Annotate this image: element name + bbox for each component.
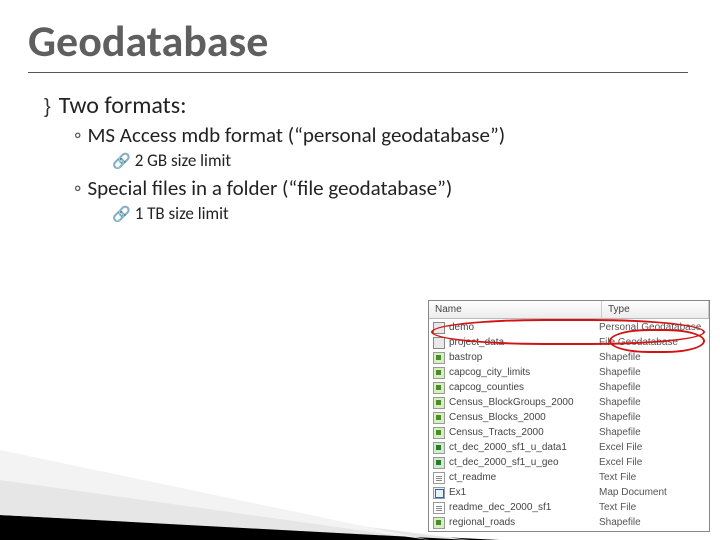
catalog-row-type: Excel File xyxy=(599,457,705,468)
catalog-row-type: Shapefile xyxy=(599,517,705,528)
catalog-row-type: Text File xyxy=(599,502,705,513)
catalog-row[interactable]: Census_BlockGroups_2000Shapefile xyxy=(429,395,709,410)
catalog-row-name: project_data xyxy=(449,337,599,348)
bullet-1tb-limit: 1 TB size limit xyxy=(135,203,229,224)
catalog-row[interactable]: capcog_countiesShapefile xyxy=(429,380,709,395)
catalog-row-type: Shapefile xyxy=(599,382,705,393)
catalog-row-type: Map Document xyxy=(599,487,705,498)
catalog-panel: Name Type demoPersonal Geodatabaseprojec… xyxy=(428,300,710,532)
gdb-icon xyxy=(433,322,445,334)
catalog-row-type: Excel File xyxy=(599,442,705,453)
shp-icon xyxy=(433,517,445,529)
catalog-row-type: File Geodatabase xyxy=(599,337,705,348)
catalog-row-type: Shapefile xyxy=(599,352,705,363)
catalog-row[interactable]: demoPersonal Geodatabase xyxy=(429,320,709,335)
bullet-icon: } xyxy=(44,96,51,119)
catalog-row-name: Census_BlockGroups_2000 xyxy=(449,397,599,408)
shp-icon xyxy=(433,412,445,424)
catalog-row-name: capcog_city_limits xyxy=(449,367,599,378)
column-header-name[interactable]: Name xyxy=(429,301,602,318)
catalog-row-type: Text File xyxy=(599,472,705,483)
bullet-2gb-limit: 2 GB size limit xyxy=(135,150,231,171)
slide-body: } Two formats: ◦ MS Access mdb format (“… xyxy=(0,73,720,224)
catalog-row[interactable]: regional_roadsShapefile xyxy=(429,515,709,530)
catalog-row-name: capcog_counties xyxy=(449,382,599,393)
catalog-row-type: Shapefile xyxy=(599,427,705,438)
catalog-row-type: Shapefile xyxy=(599,412,705,423)
catalog-row-name: ct_dec_2000_sf1_u_geo xyxy=(449,457,599,468)
shp-icon xyxy=(433,427,445,439)
catalog-row[interactable]: Ex1Map Document xyxy=(429,485,709,500)
shp-icon xyxy=(433,367,445,379)
catalog-row[interactable]: project_dataFile Geodatabase xyxy=(429,335,709,350)
catalog-row-name: ct_dec_2000_sf1_u_data1 xyxy=(449,442,599,453)
link-bullet-icon: 🔗 xyxy=(112,205,131,224)
catalog-row[interactable]: Census_Blocks_2000Shapefile xyxy=(429,410,709,425)
bullet-personal-gdb: MS Access mdb format (“personal geodatab… xyxy=(87,122,505,148)
gdb-icon xyxy=(433,337,445,349)
mxd-icon xyxy=(433,487,445,499)
txt-icon xyxy=(433,502,445,514)
catalog-row-name: Ex1 xyxy=(449,487,599,498)
catalog-row-type: Shapefile xyxy=(599,397,705,408)
link-bullet-icon: 🔗 xyxy=(112,152,131,171)
column-header-type[interactable]: Type xyxy=(602,301,709,318)
catalog-row[interactable]: capcog_city_limitsShapefile xyxy=(429,365,709,380)
catalog-row[interactable]: readme_dec_2000_sf1Text File xyxy=(429,500,709,515)
xls-icon xyxy=(433,457,445,469)
bullet-two-formats: Two formats: xyxy=(59,91,187,120)
ring-bullet-icon: ◦ xyxy=(74,122,81,148)
catalog-row-name: demo xyxy=(449,322,599,333)
ring-bullet-icon: ◦ xyxy=(74,175,81,201)
catalog-row[interactable]: ct_dec_2000_sf1_u_geoExcel File xyxy=(429,455,709,470)
slide-title: Geodatabase xyxy=(28,14,688,73)
shp-icon xyxy=(433,532,445,533)
catalog-row-name: ct_readme xyxy=(449,472,599,483)
catalog-row-name: bastrop xyxy=(449,352,599,363)
bullet-file-gdb: Special files in a folder (“file geodata… xyxy=(87,175,452,201)
catalog-row-name: regional_roads xyxy=(449,517,599,528)
shp-icon xyxy=(433,382,445,394)
catalog-row[interactable]: ct_readmeText File xyxy=(429,470,709,485)
catalog-row-type: Personal Geodatabase xyxy=(599,322,705,333)
decorative-wedge xyxy=(0,340,500,540)
catalog-row-name: readme_dec_2000_sf1 xyxy=(449,502,599,513)
catalog-row[interactable]: ct_dec_2000_sf1_u_data1Excel File xyxy=(429,440,709,455)
txt-icon xyxy=(433,472,445,484)
shp-icon xyxy=(433,352,445,364)
catalog-row-type: Shapefile xyxy=(599,367,705,378)
catalog-row[interactable]: bastropShapefile xyxy=(429,350,709,365)
catalog-row[interactable]: Census_Tracts_2000Shapefile xyxy=(429,425,709,440)
catalog-row-name: Census_Tracts_2000 xyxy=(449,427,599,438)
catalog-row-name: Census_Blocks_2000 xyxy=(449,412,599,423)
catalog-header: Name Type xyxy=(429,301,709,319)
xls-icon xyxy=(433,442,445,454)
catalog-body: demoPersonal Geodatabaseproject_dataFile… xyxy=(429,319,709,532)
catalog-row[interactable]: travisShapefile xyxy=(429,530,709,532)
shp-icon xyxy=(433,397,445,409)
